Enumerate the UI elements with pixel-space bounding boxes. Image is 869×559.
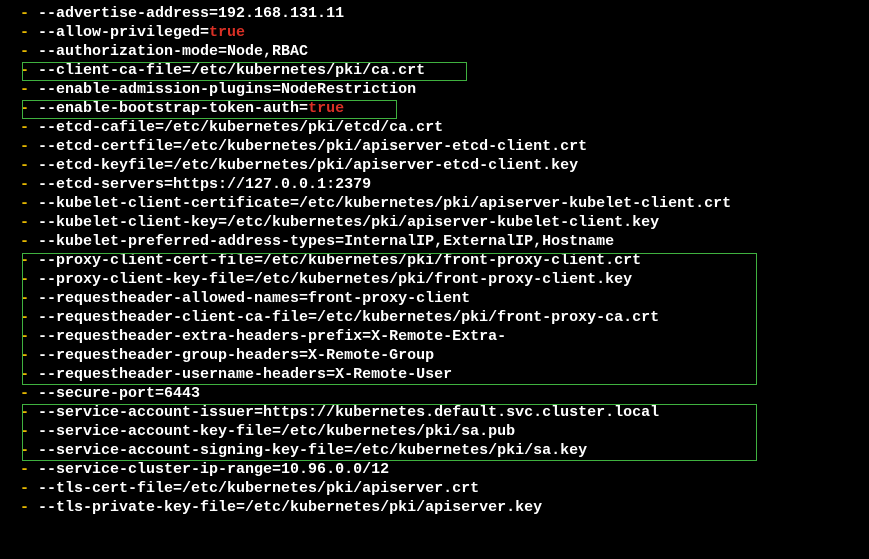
yaml-dash: -	[20, 271, 38, 288]
yaml-dash: -	[20, 328, 38, 345]
yaml-dash: -	[20, 176, 38, 193]
yaml-dash: -	[20, 233, 38, 250]
yaml-dash: -	[20, 62, 38, 79]
flag-text: --etcd-keyfile=/etc/kubernetes/pki/apise…	[38, 157, 578, 174]
flag-text: --requestheader-client-ca-file=/etc/kube…	[38, 309, 659, 326]
config-line: - --requestheader-username-headers=X-Rem…	[20, 365, 869, 384]
config-line: - --etcd-certfile=/etc/kubernetes/pki/ap…	[20, 137, 869, 156]
flag-text: --requestheader-group-headers=X-Remote-G…	[38, 347, 434, 364]
yaml-dash: -	[20, 252, 38, 269]
yaml-dash: -	[20, 43, 38, 60]
flag-text: --proxy-client-cert-file=/etc/kubernetes…	[38, 252, 641, 269]
yaml-dash: -	[20, 480, 38, 497]
flag-text: --service-cluster-ip-range=10.96.0.0/12	[38, 461, 389, 478]
flag-text: --authorization-mode=Node,RBAC	[38, 43, 308, 60]
flag-value: true	[308, 100, 344, 117]
yaml-dash: -	[20, 24, 38, 41]
yaml-dash: -	[20, 5, 38, 22]
config-line: - --secure-port=6443	[20, 384, 869, 403]
flag-text: --secure-port=6443	[38, 385, 200, 402]
flag-text: --kubelet-client-certificate=/etc/kubern…	[38, 195, 731, 212]
config-line: - --service-cluster-ip-range=10.96.0.0/1…	[20, 460, 869, 479]
flag-text: --kubelet-preferred-address-types=Intern…	[38, 233, 614, 250]
flag-text: --advertise-address=192.168.131.11	[38, 5, 344, 22]
flag-text: --allow-privileged=	[38, 24, 209, 41]
flag-text: --etcd-servers=https://127.0.0.1:2379	[38, 176, 371, 193]
flag-text: --enable-admission-plugins=NodeRestricti…	[38, 81, 416, 98]
flag-text: --requestheader-allowed-names=front-prox…	[38, 290, 470, 307]
flag-text: --client-ca-file=/etc/kubernetes/pki/ca.…	[38, 62, 425, 79]
flag-text: --tls-private-key-file=/etc/kubernetes/p…	[38, 499, 542, 516]
yaml-dash: -	[20, 290, 38, 307]
flag-text: --service-account-key-file=/etc/kubernet…	[38, 423, 515, 440]
flag-text: --requestheader-extra-headers-prefix=X-R…	[38, 328, 506, 345]
config-line: - --tls-private-key-file=/etc/kubernetes…	[20, 498, 869, 517]
flag-text: --enable-bootstrap-token-auth=	[38, 100, 308, 117]
config-line: - --etcd-keyfile=/etc/kubernetes/pki/api…	[20, 156, 869, 175]
flag-text: --requestheader-username-headers=X-Remot…	[38, 366, 452, 383]
config-line: - --tls-cert-file=/etc/kubernetes/pki/ap…	[20, 479, 869, 498]
config-line: - --kubelet-client-certificate=/etc/kube…	[20, 194, 869, 213]
config-line: - --service-account-key-file=/etc/kubern…	[20, 422, 869, 441]
config-line: - --kubelet-client-key=/etc/kubernetes/p…	[20, 213, 869, 232]
config-line: - --enable-bootstrap-token-auth=true	[20, 99, 869, 118]
config-line: - --kubelet-preferred-address-types=Inte…	[20, 232, 869, 251]
yaml-dash: -	[20, 366, 38, 383]
yaml-dash: -	[20, 404, 38, 421]
flag-text: --etcd-cafile=/etc/kubernetes/pki/etcd/c…	[38, 119, 443, 136]
config-line: - --allow-privileged=true	[20, 23, 869, 42]
yaml-dash: -	[20, 157, 38, 174]
config-line: - --requestheader-allowed-names=front-pr…	[20, 289, 869, 308]
config-line: - --requestheader-extra-headers-prefix=X…	[20, 327, 869, 346]
config-line: - --advertise-address=192.168.131.11	[20, 4, 869, 23]
yaml-dash: -	[20, 309, 38, 326]
yaml-dash: -	[20, 138, 38, 155]
flag-text: --proxy-client-key-file=/etc/kubernetes/…	[38, 271, 632, 288]
yaml-dash: -	[20, 499, 38, 516]
config-line: - --requestheader-group-headers=X-Remote…	[20, 346, 869, 365]
yaml-dash: -	[20, 442, 38, 459]
yaml-dash: -	[20, 423, 38, 440]
yaml-dash: -	[20, 100, 38, 117]
yaml-dash: -	[20, 385, 38, 402]
yaml-dash: -	[20, 214, 38, 231]
flag-text: --tls-cert-file=/etc/kubernetes/pki/apis…	[38, 480, 479, 497]
config-line: - --service-account-issuer=https://kuber…	[20, 403, 869, 422]
config-line: - --etcd-servers=https://127.0.0.1:2379	[20, 175, 869, 194]
config-line: - --etcd-cafile=/etc/kubernetes/pki/etcd…	[20, 118, 869, 137]
yaml-dash: -	[20, 195, 38, 212]
yaml-dash: -	[20, 347, 38, 364]
flag-text: --kubelet-client-key=/etc/kubernetes/pki…	[38, 214, 659, 231]
config-line: - --requestheader-client-ca-file=/etc/ku…	[20, 308, 869, 327]
flag-text: --service-account-signing-key-file=/etc/…	[38, 442, 587, 459]
yaml-dash: -	[20, 81, 38, 98]
flag-text: --etcd-certfile=/etc/kubernetes/pki/apis…	[38, 138, 587, 155]
config-line: - --enable-admission-plugins=NodeRestric…	[20, 80, 869, 99]
config-line: - --proxy-client-cert-file=/etc/kubernet…	[20, 251, 869, 270]
config-line: - --authorization-mode=Node,RBAC	[20, 42, 869, 61]
flag-text: --service-account-issuer=https://kuberne…	[38, 404, 659, 421]
config-line: - --client-ca-file=/etc/kubernetes/pki/c…	[20, 61, 869, 80]
config-line: - --service-account-signing-key-file=/et…	[20, 441, 869, 460]
flag-value: true	[209, 24, 245, 41]
yaml-dash: -	[20, 119, 38, 136]
terminal-output: - --advertise-address=192.168.131.11- --…	[0, 0, 869, 517]
yaml-dash: -	[20, 461, 38, 478]
config-line: - --proxy-client-key-file=/etc/kubernete…	[20, 270, 869, 289]
